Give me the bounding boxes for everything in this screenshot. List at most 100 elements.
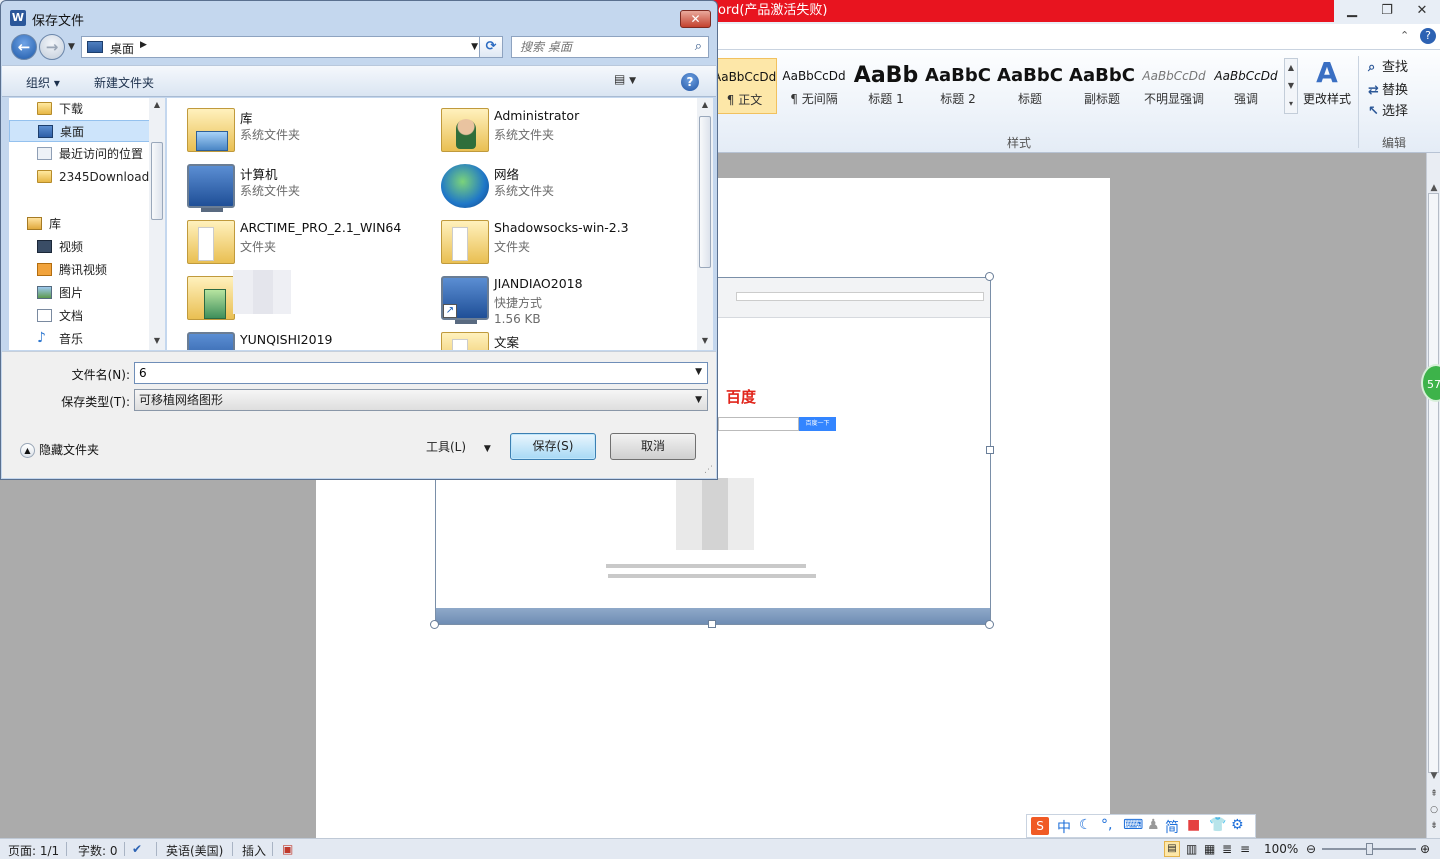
scrollbar-thumb[interactable] xyxy=(699,116,711,268)
zoom-level[interactable]: 100% xyxy=(1264,842,1298,856)
style-title[interactable]: AaBbC 标题 xyxy=(995,58,1065,114)
cancel-button[interactable]: 取消 xyxy=(610,433,696,460)
macro-record-icon[interactable]: ▣ xyxy=(282,842,293,856)
breadcrumb-arrow-icon[interactable]: ▶ xyxy=(140,40,147,50)
nav-item-folder[interactable]: 下载 xyxy=(9,98,151,120)
insert-mode[interactable]: 插入 xyxy=(242,842,266,859)
scroll-down-icon[interactable]: ▼ xyxy=(1427,771,1440,781)
search-box[interactable]: ⌕ xyxy=(511,36,709,58)
breadcrumb-desktop[interactable]: 桌面 xyxy=(110,40,134,57)
scroll-down-icon[interactable]: ▼ xyxy=(149,336,165,345)
file-item[interactable]: ↗ JIANDIAO2018 快捷方式 1.56 KB xyxy=(421,270,671,326)
zoom-slider-thumb[interactable] xyxy=(1366,843,1373,855)
style-normal[interactable]: AaBbCcDd ¶ 正文 xyxy=(712,58,777,114)
filename-field[interactable]: ▼ xyxy=(134,362,708,384)
search-input[interactable] xyxy=(520,39,685,55)
file-item[interactable]: ARCTIME_PRO_2.1_WIN64 文件夹 xyxy=(167,214,417,270)
nav-item-recent[interactable]: 最近访问的位置 xyxy=(9,143,151,165)
address-dropdown-icon[interactable]: ▼ xyxy=(471,42,478,52)
nav-item-desktop[interactable]: 桌面 xyxy=(9,120,151,142)
nav-item-video[interactable]: 视频 xyxy=(9,236,151,258)
collapse-ribbon-icon[interactable]: ⌃ xyxy=(1400,29,1409,42)
style-heading-1[interactable]: AaBb 标题 1 xyxy=(851,58,921,114)
filename-input[interactable] xyxy=(139,365,679,381)
prev-page-icon[interactable]: ⇞ xyxy=(1427,789,1440,799)
scrollbar-thumb[interactable] xyxy=(151,142,163,220)
file-list-scrollbar[interactable]: ▲ ▼ xyxy=(697,98,713,350)
keyboard-icon[interactable]: ⌨ xyxy=(1123,817,1143,833)
scroll-down-icon[interactable]: ▼ xyxy=(697,336,713,345)
styles-gallery-scroll[interactable]: ▲ ▼ ▾ xyxy=(1284,58,1298,114)
style-no-spacing[interactable]: AaBbCcDd ¶ 无间隔 xyxy=(779,58,849,114)
back-button[interactable]: ← xyxy=(11,34,37,60)
ime-chinese-mode[interactable]: 中 xyxy=(1057,817,1071,837)
change-styles-button[interactable]: A 更改样式 xyxy=(1300,56,1354,107)
address-bar[interactable]: 桌面 ▶ ▼ xyxy=(81,36,485,58)
web-layout-icon[interactable]: ▦ xyxy=(1204,842,1215,856)
organize-menu[interactable]: 组织 ▾ xyxy=(26,74,60,91)
file-item[interactable] xyxy=(167,270,417,326)
page-count[interactable]: 页面: 1/1 xyxy=(8,842,59,859)
ime-logo-icon[interactable]: S xyxy=(1031,817,1049,835)
language-indicator[interactable]: 英语(美国) xyxy=(166,842,223,859)
change-view-button[interactable]: ▤ ▼ xyxy=(614,72,658,92)
browse-object-icon[interactable]: ○ xyxy=(1427,805,1440,815)
new-folder-button[interactable]: 新建文件夹 xyxy=(94,74,154,91)
style-emphasis[interactable]: AaBbCcDd 强调 xyxy=(1211,58,1281,114)
word-count[interactable]: 字数: 0 xyxy=(78,842,118,859)
nav-item-documents[interactable]: 文档 xyxy=(9,305,151,327)
navigation-pane-scrollbar[interactable]: ▲ ▼ xyxy=(149,98,165,350)
zoom-out-icon[interactable]: ⊖ xyxy=(1306,842,1316,856)
filename-dropdown-icon[interactable]: ▼ xyxy=(695,367,702,377)
scroll-up-icon[interactable]: ▲ xyxy=(1427,183,1440,193)
nav-item-pictures[interactable]: 图片 xyxy=(9,282,151,304)
nav-item-music[interactable]: ♪ 音乐 xyxy=(9,328,151,350)
refresh-button[interactable]: ⟳ xyxy=(479,36,503,58)
resize-handle[interactable] xyxy=(708,620,716,628)
filetype-select[interactable]: 可移植网络图形 ▼ xyxy=(134,389,708,411)
full-screen-reading-icon[interactable]: ▥ xyxy=(1186,842,1197,856)
forward-button[interactable]: → xyxy=(39,34,65,60)
next-page-icon[interactable]: ⇟ xyxy=(1427,821,1440,831)
save-button[interactable]: 保存(S) xyxy=(510,433,596,460)
file-item[interactable]: 文案 xyxy=(421,326,671,350)
moon-icon[interactable]: ☾ xyxy=(1079,817,1092,833)
resize-handle[interactable] xyxy=(985,620,994,629)
tools-menu[interactable]: 工具(L) ▼ xyxy=(426,436,498,458)
file-item[interactable]: Administrator 系统文件夹 xyxy=(421,102,671,158)
close-window-button[interactable]: ✕ xyxy=(1407,2,1437,20)
scroll-up-icon[interactable]: ▲ xyxy=(697,100,713,109)
file-item[interactable]: 计算机 系统文件夹 xyxy=(167,158,417,214)
minimize-button[interactable]: ▁ xyxy=(1337,2,1367,20)
style-subtitle[interactable]: AaBbC 副标题 xyxy=(1067,58,1137,114)
file-item[interactable]: 网络 系统文件夹 xyxy=(421,158,671,214)
punctuation-icon[interactable]: °, xyxy=(1101,817,1112,833)
help-icon[interactable]: ? xyxy=(681,73,699,91)
style-heading-2[interactable]: AaBbC 标题 2 xyxy=(923,58,993,114)
find-button[interactable]: ⌕ 查找 xyxy=(1368,56,1408,75)
select-button[interactable]: ↖ 选择 xyxy=(1368,100,1408,119)
nav-item-library[interactable]: 库 xyxy=(9,213,151,235)
ime-toolbar[interactable]: S 中 ☾ °, ⌨ ♟ 简 ■ 👕 ⚙ xyxy=(1026,814,1256,838)
scroll-up-icon[interactable]: ▲ xyxy=(149,100,165,109)
ime-simplified[interactable]: 简 xyxy=(1165,817,1179,837)
print-layout-view-icon[interactable]: ▤ xyxy=(1164,841,1180,857)
search-icon[interactable]: ⌕ xyxy=(695,39,702,54)
skin-icon[interactable]: 👕 xyxy=(1209,817,1226,833)
history-dropdown-icon[interactable]: ▼ xyxy=(68,42,75,52)
dialog-title-bar[interactable]: W 保存文件 ✕ xyxy=(1,1,717,33)
dialog-close-button[interactable]: ✕ xyxy=(680,10,711,28)
filetype-dropdown-icon[interactable]: ▼ xyxy=(695,390,702,410)
nav-item-tencent[interactable]: 腾讯视频 xyxy=(9,259,151,281)
file-item[interactable]: YUNQISHI2019 xyxy=(167,326,417,350)
settings-gear-icon[interactable]: ⚙ xyxy=(1231,817,1244,833)
user-icon[interactable]: ♟ xyxy=(1147,817,1160,833)
resize-handle[interactable] xyxy=(430,620,439,629)
resize-handle[interactable] xyxy=(986,446,994,454)
replace-button[interactable]: ⇄ 替换 xyxy=(1368,79,1408,98)
video-icon[interactable]: ■ xyxy=(1187,817,1200,833)
style-subtle-emphasis[interactable]: AaBbCcDd 不明显强调 xyxy=(1139,58,1209,114)
draft-view-icon[interactable]: ≡ xyxy=(1240,842,1250,856)
restore-button[interactable]: ❐ xyxy=(1372,2,1402,20)
resize-grip-icon[interactable]: ⋰ xyxy=(704,465,713,475)
